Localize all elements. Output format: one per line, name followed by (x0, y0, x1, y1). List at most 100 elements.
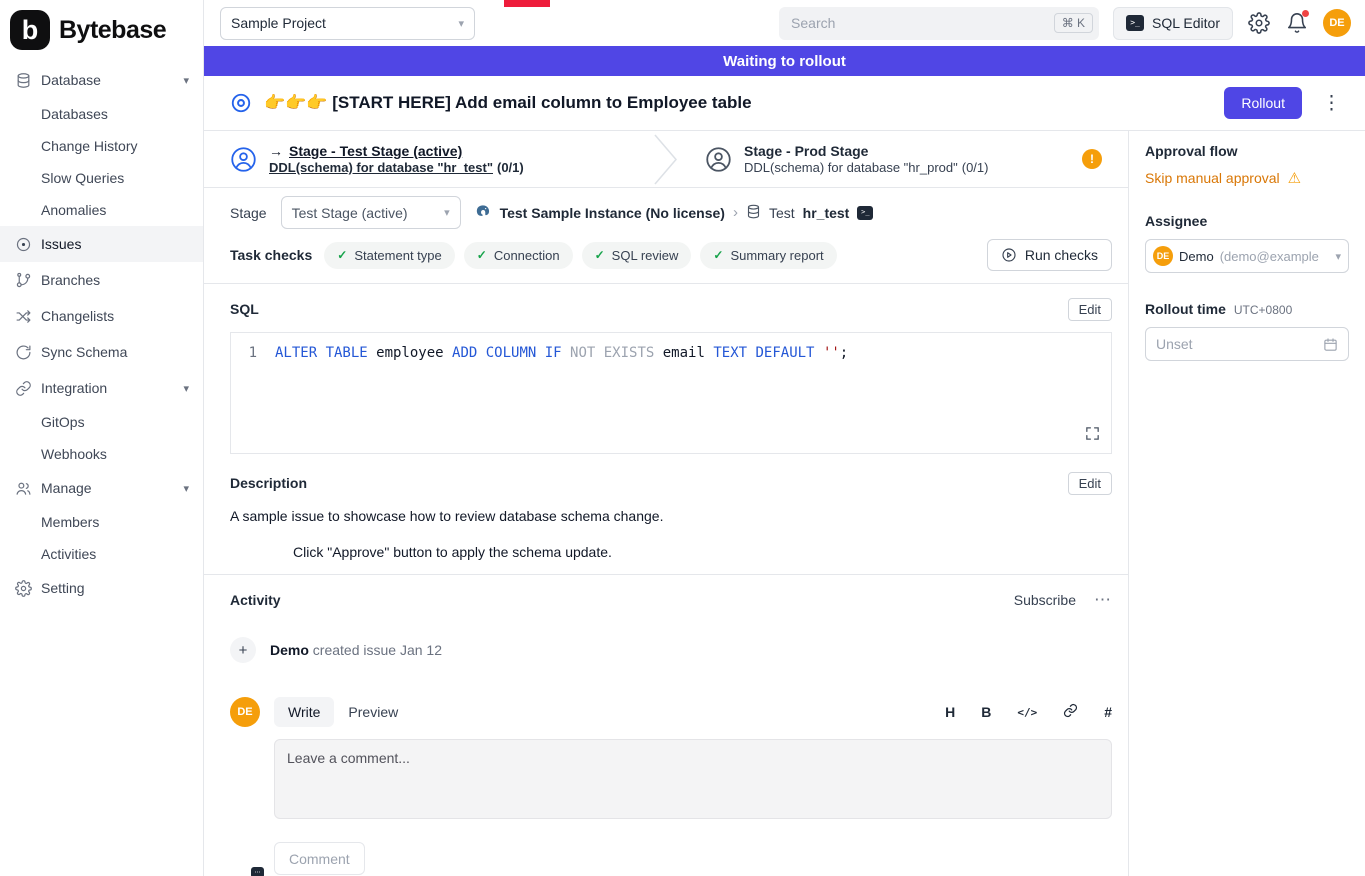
database-cylinder-icon (746, 204, 761, 222)
sidebar-item-activities[interactable]: Activities (0, 538, 203, 570)
environment-label: Test (769, 205, 795, 221)
sidebar-item-branches[interactable]: Branches (0, 262, 203, 298)
run-checks-label: Run checks (1025, 247, 1098, 263)
link-format-button[interactable] (1063, 703, 1078, 721)
timezone-label: UTC+0800 (1234, 303, 1292, 317)
sidebar-item-label: Sync Schema (41, 344, 127, 360)
stage-progress: (0/1) (962, 160, 989, 175)
changelists-icon (14, 307, 32, 325)
current-stage-arrow-icon: → (269, 143, 283, 159)
activity-event: + Demo created issue Jan 12 (230, 637, 1112, 663)
approval-flow-label: Approval flow (1145, 143, 1349, 159)
subscribe-button[interactable]: Subscribe (1014, 592, 1076, 608)
assignee-avatar: DE (1153, 246, 1173, 266)
users-icon (14, 479, 32, 497)
chevron-down-icon: ▾ (1335, 250, 1341, 263)
stage-select[interactable]: Test Stage (active) ▾ (281, 196, 461, 229)
sidebar-item-manage[interactable]: Manage ▾ (0, 470, 203, 506)
sidebar-item-change-history[interactable]: Change History (0, 130, 203, 162)
task-checks-label: Task checks (230, 247, 312, 263)
link-icon (14, 379, 32, 397)
sidebar-item-label: Slow Queries (41, 170, 124, 186)
database-link[interactable]: hr_test (803, 205, 850, 221)
sidebar-item-sync-schema[interactable]: Sync Schema (0, 334, 203, 370)
activity-section: Activity Subscribe ⋯ + Demo created issu… (204, 575, 1128, 875)
sidebar-nav: Database ▾ Databases Change History Slow… (0, 60, 203, 606)
sidebar-item-slow-queries[interactable]: Slow Queries (0, 162, 203, 194)
search-input[interactable] (791, 15, 1054, 31)
comment-submit-button[interactable]: Comment (274, 842, 365, 875)
sidebar-item-label: Change History (41, 138, 138, 154)
comment-input[interactable] (274, 739, 1112, 819)
postgres-icon (475, 203, 492, 223)
sidebar-item-issues[interactable]: Issues (0, 226, 203, 262)
chevron-down-icon: ▾ (183, 382, 189, 395)
check-pill-statement-type[interactable]: ✓ Statement type (324, 242, 455, 269)
breadcrumb-separator-icon: › (733, 204, 738, 221)
sidebar-item-label: Activities (41, 546, 96, 562)
expand-editor-button[interactable] (1084, 425, 1101, 445)
settings-gear-icon[interactable] (1247, 11, 1271, 35)
check-pill-summary-report[interactable]: ✓ Summary report (700, 242, 836, 269)
heading-format-button[interactable]: H (945, 704, 955, 720)
number-format-button[interactable]: # (1104, 704, 1112, 720)
sidebar: b Bytebase Database ▾ Databases Change H… (0, 0, 204, 876)
rollout-time-picker[interactable]: Unset (1145, 327, 1349, 361)
sidebar-item-webhooks[interactable]: Webhooks (0, 438, 203, 470)
tab-preview[interactable]: Preview (334, 697, 412, 727)
more-options-icon[interactable]: ⋯ (1094, 590, 1112, 610)
kebab-menu-icon[interactable]: ⋮ (1314, 92, 1349, 115)
sidebar-item-label: Changelists (41, 308, 114, 324)
sidebar-item-changelists[interactable]: Changelists (0, 298, 203, 334)
sidebar-item-databases[interactable]: Databases (0, 98, 203, 130)
stage-title: Stage - Prod Stage (744, 143, 868, 159)
sql-section: SQL Edit 1ALTER TABLE employee ADD COLUM… (204, 284, 1128, 454)
sidebar-item-label: Setting (41, 580, 85, 596)
calendar-icon (1323, 337, 1338, 352)
sql-edit-button[interactable]: Edit (1068, 298, 1112, 321)
comment-bubble-icon: ⋯ (251, 867, 264, 876)
instance-link[interactable]: Test Sample Instance (No license) (500, 205, 725, 221)
content-row: → Stage - Test Stage (active) DDL(schema… (204, 130, 1365, 876)
code-format-button[interactable]: </> (1017, 706, 1037, 719)
bold-format-button[interactable]: B (981, 704, 991, 720)
expand-icon (1084, 425, 1101, 442)
warning-triangle-icon[interactable]: ⚠ (1288, 169, 1301, 187)
sidebar-item-integration[interactable]: Integration ▾ (0, 370, 203, 406)
assignee-select[interactable]: DE Demo (demo@example ▾ (1145, 239, 1349, 273)
sql-editor-button[interactable]: >_ SQL Editor (1113, 7, 1233, 40)
assignee-email: (demo@example (1220, 249, 1319, 264)
project-select[interactable]: Sample Project ▾ (220, 7, 475, 40)
chevron-down-icon: ▾ (458, 17, 464, 30)
stage-task-link[interactable]: DDL(schema) for database "hr_test" (269, 160, 493, 175)
event-actor: Demo (270, 642, 309, 658)
open-in-sql-editor-icon[interactable]: >_ (857, 206, 873, 220)
tab-write[interactable]: Write (274, 697, 334, 727)
sidebar-item-database[interactable]: Database ▾ (0, 62, 203, 98)
stage-warning-badge[interactable]: ! (1082, 149, 1102, 169)
rollout-button[interactable]: Rollout (1224, 87, 1302, 119)
search-box[interactable]: ⌘ K (779, 7, 1099, 40)
notifications-bell-icon[interactable] (1285, 11, 1309, 35)
issue-content: → Stage - Test Stage (active) DDL(schema… (204, 131, 1128, 876)
rollout-time-value: Unset (1156, 336, 1193, 352)
sidebar-item-members[interactable]: Members (0, 506, 203, 538)
check-pill-sql-review[interactable]: ✓ SQL review (582, 242, 692, 269)
stage-card-test[interactable]: → Stage - Test Stage (active) DDL(schema… (204, 131, 653, 187)
sidebar-item-label: Databases (41, 106, 108, 122)
sidebar-item-label: GitOps (41, 414, 85, 430)
sidebar-item-gitops[interactable]: GitOps (0, 406, 203, 438)
check-pill-connection[interactable]: ✓ Connection (464, 242, 573, 269)
sql-code-editor[interactable]: 1ALTER TABLE employee ADD COLUMN IF NOT … (230, 332, 1112, 454)
stage-separator (653, 131, 679, 187)
description-edit-button[interactable]: Edit (1068, 472, 1112, 495)
sidebar-item-setting[interactable]: Setting (0, 570, 203, 606)
user-avatar[interactable]: DE (1323, 9, 1351, 37)
brand-logo[interactable]: b Bytebase (0, 0, 203, 60)
run-checks-button[interactable]: Run checks (987, 239, 1112, 271)
notification-dot (1302, 10, 1309, 17)
stage-task: DDL(schema) for database "hr_prod" (744, 160, 958, 175)
stage-select-row: Stage Test Stage (active) ▾ Test Sample … (204, 188, 1128, 237)
stage-card-prod[interactable]: Stage - Prod Stage DDL(schema) for datab… (679, 131, 1128, 187)
sidebar-item-anomalies[interactable]: Anomalies (0, 194, 203, 226)
